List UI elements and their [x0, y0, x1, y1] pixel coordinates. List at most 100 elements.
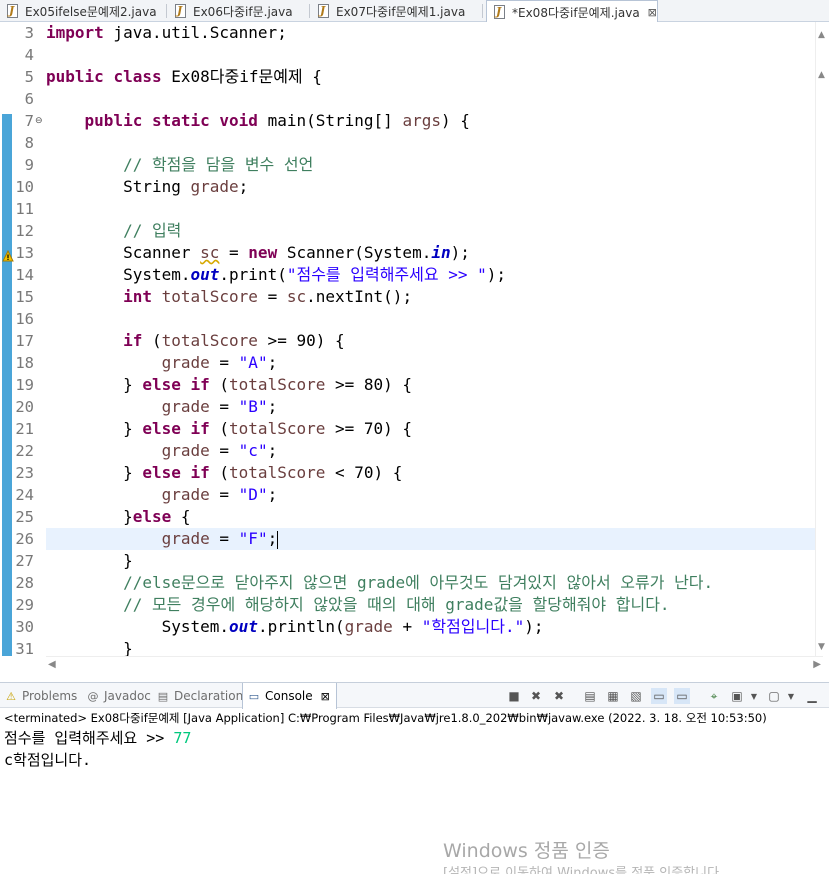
line-number: 9: [24, 156, 34, 174]
scroll-left-icon[interactable]: ◀: [48, 659, 56, 670]
tab-ex05[interactable]: J Ex05ifelse문예제2.java: [0, 0, 157, 22]
line-number: 3: [24, 24, 34, 42]
console-output[interactable]: 점수를 입력해주세요 >> 77 c학점입니다.: [0, 726, 829, 874]
line-number: 18: [15, 354, 34, 372]
close-icon[interactable]: ⊠: [321, 690, 330, 703]
show-on-stderr-icon[interactable]: ▭: [674, 688, 690, 704]
declaration-icon: ▤: [157, 689, 169, 703]
code-text: // 학점을 담을 변수 선언: [123, 155, 314, 174]
line-number: 10: [15, 178, 34, 196]
code-line: 19 } else if (totalScore >= 80) {: [0, 374, 823, 396]
warning-marker-icon[interactable]: [2, 247, 14, 262]
java-file-icon: J: [493, 5, 507, 19]
tab-declaration[interactable]: ▤ Declaration: [156, 683, 243, 709]
tab-problems[interactable]: ⚠ Problems: [4, 683, 77, 709]
code-line: 18 grade = "A";: [0, 352, 823, 374]
code-text: // 입력: [123, 221, 182, 240]
line-number: 22: [15, 442, 34, 460]
tab-problems-label: Problems: [22, 689, 78, 703]
editor-horizontal-scrollbar[interactable]: ◀ ▶: [46, 656, 823, 674]
pin-console-icon[interactable]: ⌖: [706, 688, 722, 704]
code-line: 22 grade = "c";: [0, 440, 823, 462]
show-on-stdout-icon[interactable]: ▭: [651, 688, 667, 704]
code-text: String grade;: [46, 177, 249, 196]
code-line: 20 grade = "B";: [0, 396, 823, 418]
code-text: } else if (totalScore >= 80) {: [46, 375, 413, 394]
line-number: 25: [15, 508, 34, 526]
line-number: 29: [15, 596, 34, 614]
tab-console[interactable]: ▭ Console ⊠: [242, 683, 337, 709]
console-icon: ▭: [248, 689, 260, 703]
problems-icon: ⚠: [6, 689, 16, 703]
code-text: }else {: [46, 507, 191, 526]
line-number: 21: [15, 420, 34, 438]
code-line: 10 String grade;: [0, 176, 823, 198]
line-number: 11: [15, 200, 34, 218]
close-icon[interactable]: ⊠: [648, 6, 657, 19]
code-text: } else if (totalScore >= 70) {: [46, 419, 413, 438]
bottom-view-tab-bar: ⚠ Problems @ Javadoc ▤ Declaration ▭ Con…: [0, 682, 829, 709]
code-text: public class Ex08다중if문예제 {: [46, 67, 322, 86]
code-text: Scanner sc = new Scanner(System.in);: [46, 243, 470, 262]
code-text: //else문으로 닫아주지 않으면 grade에 아무것도 담겨있지 않아서 …: [123, 573, 714, 592]
line-number: 30: [15, 618, 34, 636]
line-number: 4: [24, 46, 34, 64]
open-console-icon[interactable]: ▢: [766, 688, 782, 704]
tab-ex07[interactable]: J Ex07다중if문예제1.java: [311, 0, 465, 22]
javadoc-icon: @: [87, 689, 99, 703]
console-line: 점수를 입력해주세요 >> 77: [4, 728, 191, 748]
tab-ex06[interactable]: J Ex06다중if문.java: [168, 0, 293, 22]
code-text: grade = "A";: [161, 353, 278, 372]
editor-tab-bar: J Ex05ifelse문예제2.java J Ex06다중if문.java J…: [0, 0, 829, 23]
code-text: import java.util.Scanner;: [46, 23, 287, 42]
code-line: 29 // 모든 경우에 해당하지 않았을 때의 대해 grade값을 할당해줘…: [0, 594, 823, 616]
code-line: 4: [0, 44, 823, 66]
code-text: System.out.print("점수를 입력해주세요 >> ");: [46, 265, 507, 284]
minimize-icon[interactable]: ▁: [804, 688, 820, 704]
display-console-icon[interactable]: ▣: [729, 688, 745, 704]
chevron-down-icon[interactable]: ▼: [783, 688, 799, 704]
scroll-up-icon[interactable]: ▲: [818, 70, 825, 80]
remove-launch-icon[interactable]: ✖: [528, 688, 544, 704]
code-line: 5 public class Ex08다중if문예제 {: [0, 66, 823, 88]
console-prompt: 점수를 입력해주세요 >>: [4, 729, 174, 747]
tab-ex08[interactable]: J *Ex08다중if문예제.java ⊠: [486, 0, 658, 23]
code-line: 17 if (totalScore >= 90) {: [0, 330, 823, 352]
chevron-down-icon[interactable]: ▼: [746, 688, 762, 704]
line-number: 13: [15, 244, 34, 262]
scroll-lock-icon[interactable]: ▦: [605, 688, 621, 704]
line-number: 17: [15, 332, 34, 350]
scroll-right-icon[interactable]: ▶: [813, 659, 821, 670]
java-file-icon: J: [6, 4, 20, 18]
scroll-down-icon[interactable]: ▼: [818, 642, 825, 652]
line-number: 15: [15, 288, 34, 306]
code-line: 12 // 입력: [0, 220, 823, 242]
fold-toggle-icon[interactable]: ⊖: [35, 110, 43, 132]
clear-console-icon[interactable]: ▤: [582, 688, 598, 704]
code-editor[interactable]: 3 import java.util.Scanner; 4 5 public class…: [0, 22, 829, 656]
code-line: 7 ⊖ public static void main(String[] args…: [0, 110, 823, 132]
console-input: 77: [173, 729, 192, 747]
code-text: } else if (totalScore < 70) {: [46, 463, 403, 482]
tab-label: Ex06다중if문.java: [193, 4, 293, 19]
tab-label: Ex07다중if문예제1.java: [336, 4, 466, 19]
line-number: 27: [15, 552, 34, 570]
remove-all-launches-icon[interactable]: ✖: [551, 688, 567, 704]
tab-javadoc[interactable]: @ Javadoc: [86, 683, 151, 709]
terminate-icon[interactable]: ■: [506, 688, 522, 704]
code-line: 6: [0, 88, 823, 110]
editor-vertical-scrollbar[interactable]: ▲ ▲ ▼: [815, 22, 829, 658]
java-file-icon: J: [317, 4, 331, 18]
console-line: c학점입니다.: [4, 751, 92, 769]
line-number: 12: [15, 222, 34, 240]
word-wrap-icon[interactable]: ▧: [628, 688, 644, 704]
code-text: System.out.println(grade + "학점입니다.");: [46, 617, 544, 636]
tab-label: *Ex08다중if문예제.java: [512, 5, 640, 20]
scroll-up-icon[interactable]: ▲: [818, 30, 825, 40]
code-line: 3 import java.util.Scanner;: [0, 22, 823, 44]
tab-console-label: Console: [265, 689, 313, 703]
code-text: grade = "D";: [161, 485, 278, 504]
line-number: 19: [15, 376, 34, 394]
code-line: 28 //else문으로 닫아주지 않으면 grade에 아무것도 담겨있지 않…: [0, 572, 823, 594]
code-text: grade = "F";: [161, 529, 279, 549]
